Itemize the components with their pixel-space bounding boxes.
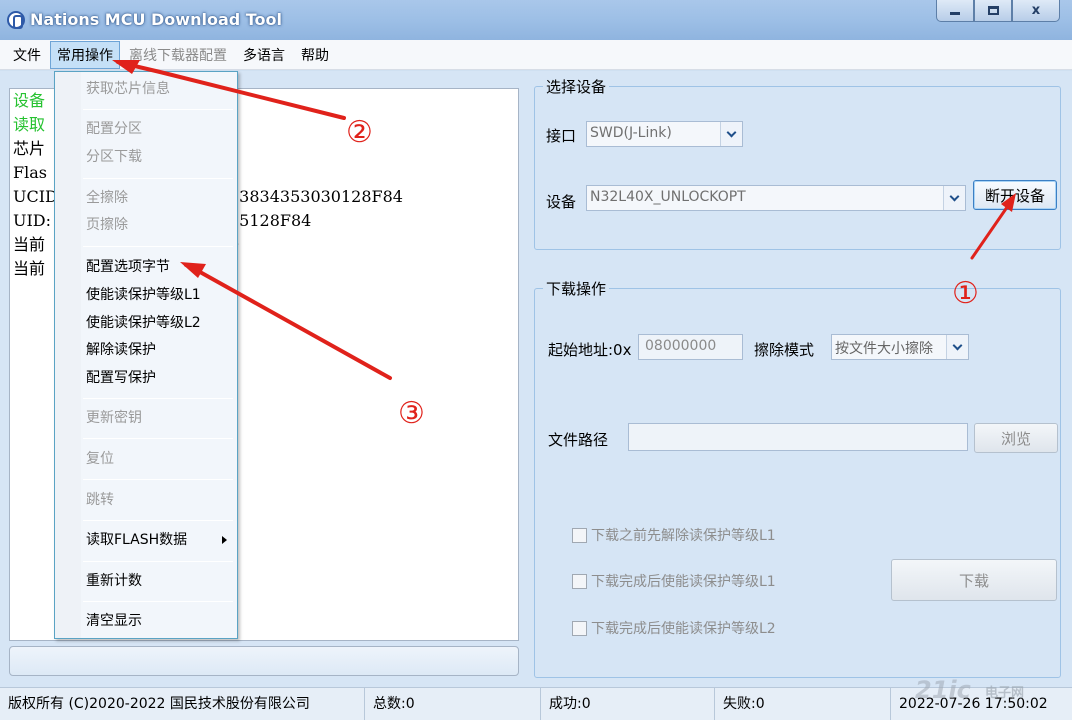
right-panel: 选择设备 接口 SWD(J-Link) 设备 N32L40X_UNLOCKOPT… — [526, 76, 1072, 678]
minimize-button[interactable] — [936, 0, 974, 22]
menu-separator — [83, 109, 233, 110]
submenu-arrow-icon — [222, 536, 227, 544]
menu-item-clear-display[interactable]: 清空显示 — [55, 608, 237, 634]
watermark-subtext: 电子网 — [985, 686, 1025, 701]
status-copyright: 版权所有 (C)2020-2022 国民技术股份有限公司 — [8, 696, 310, 712]
maximize-button[interactable] — [974, 0, 1012, 22]
menu-item-full-erase[interactable]: 全擦除 — [55, 185, 237, 211]
checkbox-unprotect-l1-before[interactable]: 下载之前先解除读保护等级L1 — [572, 525, 776, 545]
menu-item-page-erase[interactable]: 页擦除 — [55, 212, 237, 238]
menu-item-config-option-bytes[interactable]: 配置选项字节 — [55, 254, 237, 280]
menu-offline-downloader-config[interactable]: 离线下载器配置 — [122, 41, 234, 69]
menu-separator — [83, 479, 233, 480]
file-path-label: 文件路径 — [548, 431, 609, 449]
close-icon: x — [1031, 3, 1041, 18]
window-title: Nations MCU Download Tool — [30, 10, 283, 29]
menu-item-recount[interactable]: 重新计数 — [55, 568, 237, 594]
menu-separator — [83, 178, 233, 179]
menu-separator — [83, 246, 233, 247]
erase-mode-value: 按文件大小擦除 — [835, 341, 933, 357]
menu-language[interactable]: 多语言 — [236, 41, 292, 69]
download-groupbox: 下载操作 起始地址:0x 08000000 擦除模式 按文件大小擦除 文件路径 … — [534, 278, 1061, 678]
device-groupbox: 选择设备 接口 SWD(J-Link) 设备 N32L40X_UNLOCKOPT… — [534, 76, 1061, 250]
device-group-title: 选择设备 — [543, 76, 610, 97]
device-label: 设备 — [546, 193, 577, 211]
download-button[interactable]: 下载 — [891, 559, 1057, 601]
file-path-input[interactable] — [628, 423, 968, 451]
log-line-suffix: 73834353030128F84 — [229, 187, 403, 206]
app-logo-icon — [7, 11, 25, 29]
interface-select[interactable]: SWD(J-Link) — [586, 121, 743, 147]
watermark-logo: 21ic — [915, 676, 971, 704]
log-line-suffix: 35128F84 — [229, 211, 312, 230]
title-bar: Nations MCU Download Tool x — [0, 0, 1072, 40]
common-operations-menu: 获取芯片信息 配置分区 分区下载 全擦除 页擦除 配置选项字节 使能读保护等级L… — [54, 71, 238, 639]
menu-separator — [83, 398, 233, 399]
browse-button[interactable]: 浏览 — [974, 423, 1058, 453]
status-total: 总数:0 — [364, 688, 540, 720]
menu-item-reset[interactable]: 复位 — [55, 446, 237, 472]
menu-separator — [83, 601, 233, 602]
menu-item-config-partition[interactable]: 配置分区 — [55, 116, 237, 142]
status-bar: 版权所有 (C)2020-2022 国民技术股份有限公司 总数:0 成功:0 失… — [0, 687, 1072, 720]
status-fail: 失败:0 — [714, 688, 890, 720]
menu-separator — [83, 520, 233, 521]
interface-label: 接口 — [546, 127, 577, 145]
checkbox-box[interactable] — [572, 527, 587, 543]
progress-bar — [9, 646, 519, 676]
checkbox-protect-l2-after[interactable]: 下载完成后使能读保护等级L2 — [572, 618, 776, 638]
menu-separator — [83, 438, 233, 439]
erase-mode-label: 擦除模式 — [754, 341, 815, 359]
device-select[interactable]: N32L40X_UNLOCKOPT — [586, 185, 966, 211]
menu-item-enable-rdp-l1[interactable]: 使能读保护等级L1 — [55, 282, 237, 308]
menu-bar: 文件 常用操作 离线下载器配置 多语言 帮助 — [0, 40, 1072, 70]
menu-item-jump[interactable]: 跳转 — [55, 487, 237, 513]
start-address-input[interactable]: 08000000 — [638, 334, 743, 360]
minimize-icon — [950, 12, 960, 15]
erase-mode-select[interactable]: 按文件大小擦除 — [831, 334, 969, 360]
chevron-down-icon — [720, 122, 742, 146]
checkbox-protect-l1-after[interactable]: 下载完成后使能读保护等级L1 — [572, 571, 776, 591]
menu-file[interactable]: 文件 — [6, 41, 48, 69]
interface-value: SWD(J-Link) — [590, 125, 672, 141]
window-caption-buttons: x — [936, 0, 1060, 22]
menu-item-update-key[interactable]: 更新密钥 — [55, 405, 237, 431]
maximize-icon — [987, 6, 999, 15]
close-button[interactable]: x — [1012, 0, 1060, 22]
menu-separator — [83, 561, 233, 562]
checkbox-box[interactable] — [572, 573, 587, 589]
menu-item-partition-download[interactable]: 分区下载 — [55, 144, 237, 170]
disconnect-device-button[interactable]: 断开设备 — [973, 180, 1057, 210]
chevron-down-icon — [943, 186, 965, 210]
chevron-down-icon — [946, 335, 968, 359]
checkbox-box[interactable] — [572, 620, 587, 636]
menu-help[interactable]: 帮助 — [294, 41, 336, 69]
menu-item-config-write-protect[interactable]: 配置写保护 — [55, 365, 237, 391]
download-group-title: 下载操作 — [543, 278, 610, 299]
menu-item-get-chip-info[interactable]: 获取芯片信息 — [55, 76, 237, 102]
device-value: N32L40X_UNLOCKOPT — [590, 189, 746, 205]
menu-item-remove-rdp[interactable]: 解除读保护 — [55, 337, 237, 363]
menu-item-read-flash-data[interactable]: 读取FLASH数据 — [55, 527, 237, 553]
menu-item-enable-rdp-l2[interactable]: 使能读保护等级L2 — [55, 310, 237, 336]
menu-common-operations[interactable]: 常用操作 — [50, 40, 120, 69]
start-address-label: 起始地址:0x — [548, 341, 632, 359]
status-success: 成功:0 — [540, 688, 714, 720]
